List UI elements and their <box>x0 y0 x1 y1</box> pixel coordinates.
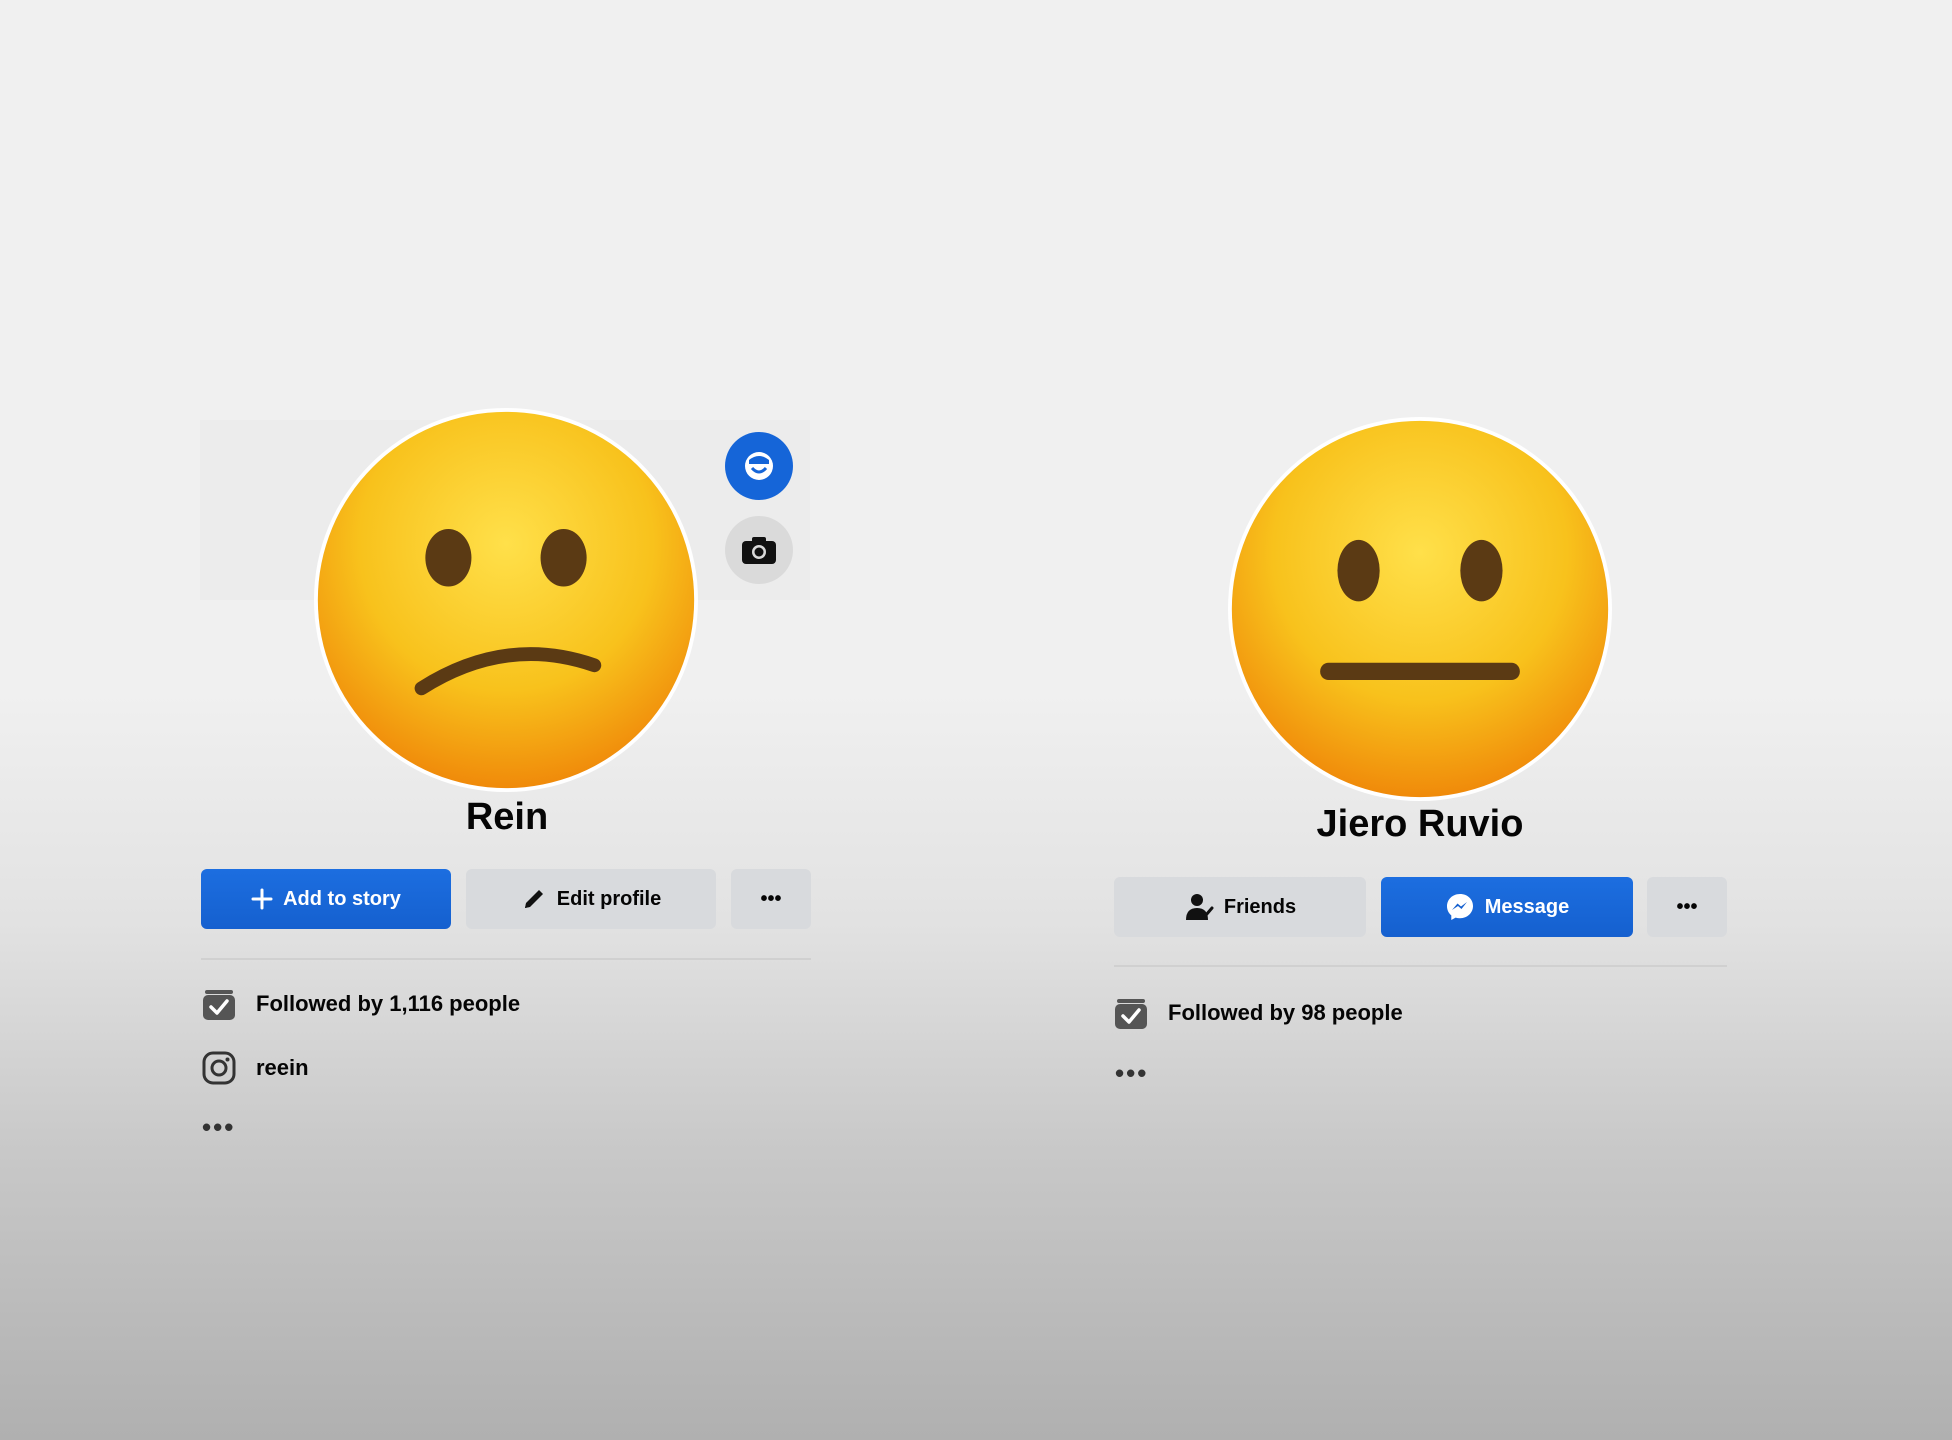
neutral-face-emoji-icon <box>1231 420 1609 798</box>
instagram-handle: reein <box>256 1055 309 1080</box>
divider <box>1114 965 1727 967</box>
followers-text: Followed by 1,116 people <box>256 991 521 1016</box>
more-options-button[interactable]: ••• <box>1647 877 1727 937</box>
add-to-story-button[interactable]: Add to story <box>201 869 451 929</box>
add-to-story-label: Add to story <box>283 887 401 910</box>
more-options-button[interactable]: ••• <box>731 869 811 929</box>
camera-button[interactable] <box>725 516 793 584</box>
camera-icon <box>742 537 776 564</box>
message-button[interactable]: Message <box>1381 877 1633 937</box>
followers-row: Followed by 98 people <box>1112 994 1403 1032</box>
followers-text: Followed by 98 people <box>1168 1000 1403 1025</box>
edit-profile-label: Edit profile <box>556 887 662 910</box>
instagram-row[interactable]: reein <box>200 1049 309 1087</box>
plus-icon <box>251 888 273 910</box>
profile-name: Jiero Ruvio <box>1316 803 1524 845</box>
profile-avatar[interactable] <box>314 408 698 792</box>
see-more-about-button[interactable]: ••• <box>202 1112 235 1143</box>
slightly-frowning-face-emoji-icon <box>317 411 695 789</box>
more-options-label: ••• <box>760 887 782 910</box>
friends-icon <box>1185 894 1214 920</box>
messenger-icon <box>1446 894 1473 920</box>
edit-profile-button[interactable]: Edit profile <box>466 869 716 929</box>
see-more-about-button[interactable]: ••• <box>1115 1058 1148 1089</box>
followers-icon <box>1115 999 1147 1029</box>
profile-avatar <box>1228 417 1612 801</box>
more-options-label: ••• <box>1676 895 1698 918</box>
pencil-icon <box>524 890 543 908</box>
friends-button[interactable]: Friends <box>1114 877 1366 937</box>
profile-name: Rein <box>465 796 549 838</box>
message-label: Message <box>1484 895 1570 918</box>
avatar-icon <box>745 452 773 480</box>
friends-label: Friends <box>1223 895 1297 918</box>
followers-icon <box>203 990 235 1020</box>
followers-row: Followed by 1,116 people <box>200 985 520 1023</box>
divider <box>201 958 811 960</box>
avatar-frame-button[interactable] <box>725 432 793 500</box>
instagram-icon <box>202 1051 236 1085</box>
